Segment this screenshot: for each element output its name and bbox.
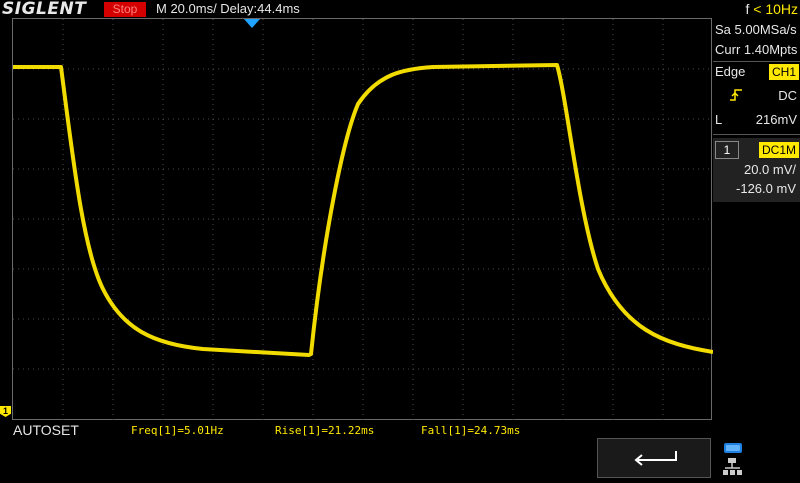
back-button[interactable] xyxy=(597,438,711,478)
trigger-source: CH1 xyxy=(768,64,799,80)
trigger-coupling-row[interactable]: DC xyxy=(715,86,800,106)
measurement-rise: Rise[1]=21.22ms xyxy=(275,424,375,437)
freq-prefix: f xyxy=(745,1,750,17)
measurement-freq: Freq[1]=5.01Hz xyxy=(131,424,224,437)
freq-value: < 10Hz xyxy=(753,1,798,17)
timebase-readout: M 20.0ms/ Delay:44.4ms xyxy=(156,1,300,16)
right-info-panel: Sa 5.00MSa/s Curr 1.40Mpts Edge CH1 DC L… xyxy=(713,18,800,420)
trigger-level-row[interactable]: L 216mV xyxy=(715,110,800,130)
frequency-counter: f < 10Hz xyxy=(745,0,798,18)
waveform-canvas xyxy=(13,19,713,421)
trigger-level-label: L xyxy=(715,112,723,127)
run-stop-status[interactable]: Stop xyxy=(104,2,146,17)
top-status-bar: SIGLENT Stop M 20.0ms/ Delay:44.4ms f < … xyxy=(0,0,800,18)
trigger-coupling: DC xyxy=(778,88,797,103)
rising-edge-icon xyxy=(729,88,743,108)
waveform-grid xyxy=(12,18,713,421)
memory-depth: Curr 1.40Mpts xyxy=(715,42,798,57)
network-button[interactable] xyxy=(714,438,800,480)
autoset-label: AUTOSET xyxy=(13,422,79,438)
trigger-type-row[interactable]: Edge CH1 xyxy=(715,62,800,82)
trigger-type: Edge xyxy=(715,64,746,79)
trigger-level-value: 216mV xyxy=(755,112,797,127)
channel1-ground-marker[interactable]: 1 xyxy=(0,406,11,417)
brand-logo: SIGLENT xyxy=(2,0,87,19)
measurement-fall: Fall[1]=24.73ms xyxy=(421,424,521,437)
volts-per-div: 20.0 mV/ xyxy=(743,162,796,177)
back-arrow-icon xyxy=(632,448,678,473)
channel1-info-box[interactable]: 1 DC1M 20.0 mV/ -126.0 mV xyxy=(713,138,800,202)
network-icon xyxy=(722,442,744,483)
channel-number-box: 1 xyxy=(715,141,739,159)
channel-offset: -126.0 mV xyxy=(736,181,796,196)
channel-coupling: DC1M xyxy=(759,142,800,158)
sample-rate: Sa 5.00MSa/s xyxy=(715,22,797,37)
